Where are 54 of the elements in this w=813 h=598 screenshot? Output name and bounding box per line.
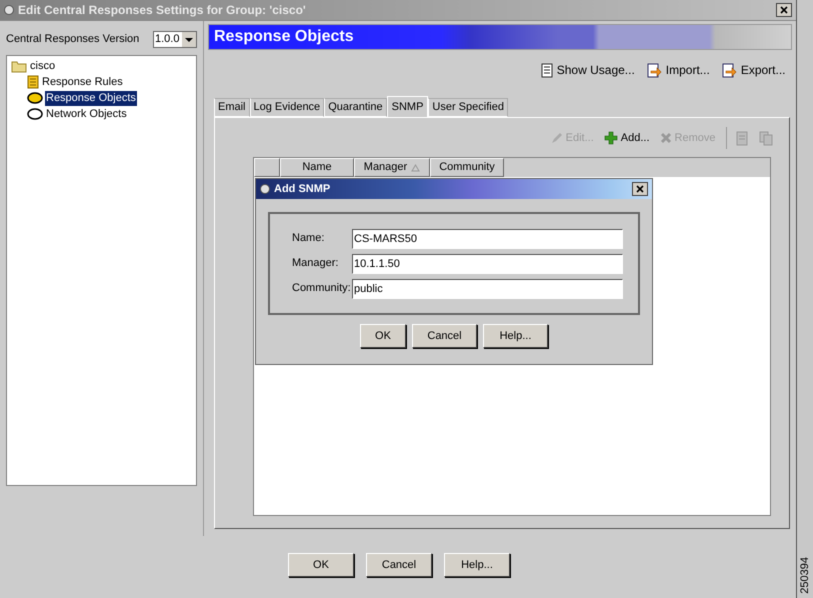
- figure-number: 250394: [798, 557, 812, 594]
- tree-item[interactable]: Response Rules: [41, 74, 124, 90]
- plus-icon: [604, 131, 618, 145]
- oval-icon: [27, 108, 43, 120]
- dialog-button[interactable]: OK: [288, 553, 354, 577]
- toolbar-button[interactable]: Show Usage...: [540, 61, 635, 79]
- window-icon: [4, 5, 14, 15]
- oval-icon: [27, 92, 43, 104]
- version-dropdown[interactable]: 1.0.0: [153, 30, 197, 48]
- window-title: Edit Central Responses Settings for Group: 'cisco': [18, 2, 307, 19]
- input-field[interactable]: 10.1.1.50: [352, 254, 623, 274]
- copy-icon: [734, 130, 748, 146]
- input-field[interactable]: public: [352, 278, 623, 298]
- toolbar-button[interactable]: Import...: [646, 61, 710, 79]
- tree-item[interactable]: Response Objects: [45, 90, 137, 106]
- folder-icon: [11, 60, 27, 72]
- dialog-button[interactable]: Help...: [483, 324, 548, 348]
- tab[interactable]: Quarantine: [324, 98, 387, 117]
- close-icon: [636, 185, 644, 193]
- column-header[interactable]: Name: [280, 158, 354, 177]
- tab[interactable]: User Specified: [428, 98, 508, 117]
- close-icon: [780, 6, 788, 14]
- dialog-button[interactable]: Help...: [444, 553, 510, 577]
- document-arrow-icon: [722, 62, 737, 78]
- x-icon: [660, 132, 672, 144]
- field-label: Community:: [292, 281, 352, 296]
- toolbar-button[interactable]: Export...: [722, 61, 786, 79]
- tab[interactable]: SNMP: [386, 96, 428, 117]
- dialog-button[interactable]: OK: [360, 324, 406, 348]
- tree-item[interactable]: Network Objects: [45, 106, 128, 122]
- document-icon: [540, 62, 553, 78]
- dialog-button[interactable]: Cancel: [366, 553, 432, 577]
- column-header[interactable]: [254, 158, 280, 177]
- paste-icon: [758, 130, 772, 146]
- input-field[interactable]: CS-MARS50: [352, 228, 623, 248]
- window-icon: [260, 184, 270, 194]
- dialog-button[interactable]: Cancel: [412, 324, 477, 348]
- field-label: Name:: [292, 231, 326, 246]
- close-button[interactable]: [632, 182, 648, 196]
- tree-item[interactable]: cisco: [29, 58, 56, 74]
- close-button[interactable]: [776, 3, 792, 17]
- pencil-icon: [550, 132, 563, 144]
- list-icon: [27, 75, 39, 89]
- version-value: 1.0.0: [154, 32, 180, 47]
- toolbar-button[interactable]: Add...: [604, 130, 650, 146]
- field-label: Manager:: [292, 256, 340, 272]
- document-arrow-icon: [646, 62, 662, 78]
- dialog-title: Add SNMP: [274, 182, 332, 197]
- header-title: Response Objects: [214, 27, 354, 47]
- tab[interactable]: Log Evidence: [250, 98, 324, 117]
- version-label: Central Responses Version: [6, 32, 140, 47]
- column-header[interactable]: Community: [430, 158, 504, 177]
- tab[interactable]: Email: [214, 98, 250, 117]
- column-header[interactable]: Manager: [354, 158, 430, 177]
